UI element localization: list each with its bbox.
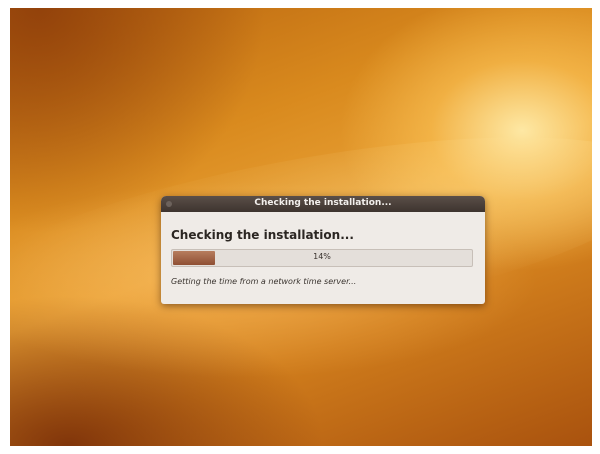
progress-percent-label: 14% <box>313 252 331 261</box>
dialog-title: Checking the installation... <box>254 198 392 208</box>
progress-bar: 14% <box>171 249 473 267</box>
status-message: Getting the time from a network time ser… <box>171 277 357 286</box>
installation-dialog: Checking the installation... Checking th… <box>161 196 485 304</box>
dialog-titlebar[interactable]: Checking the installation... <box>161 196 485 212</box>
desktop-background: Checking the installation... Checking th… <box>10 8 592 446</box>
dialog-heading: Checking the installation... <box>171 228 354 242</box>
